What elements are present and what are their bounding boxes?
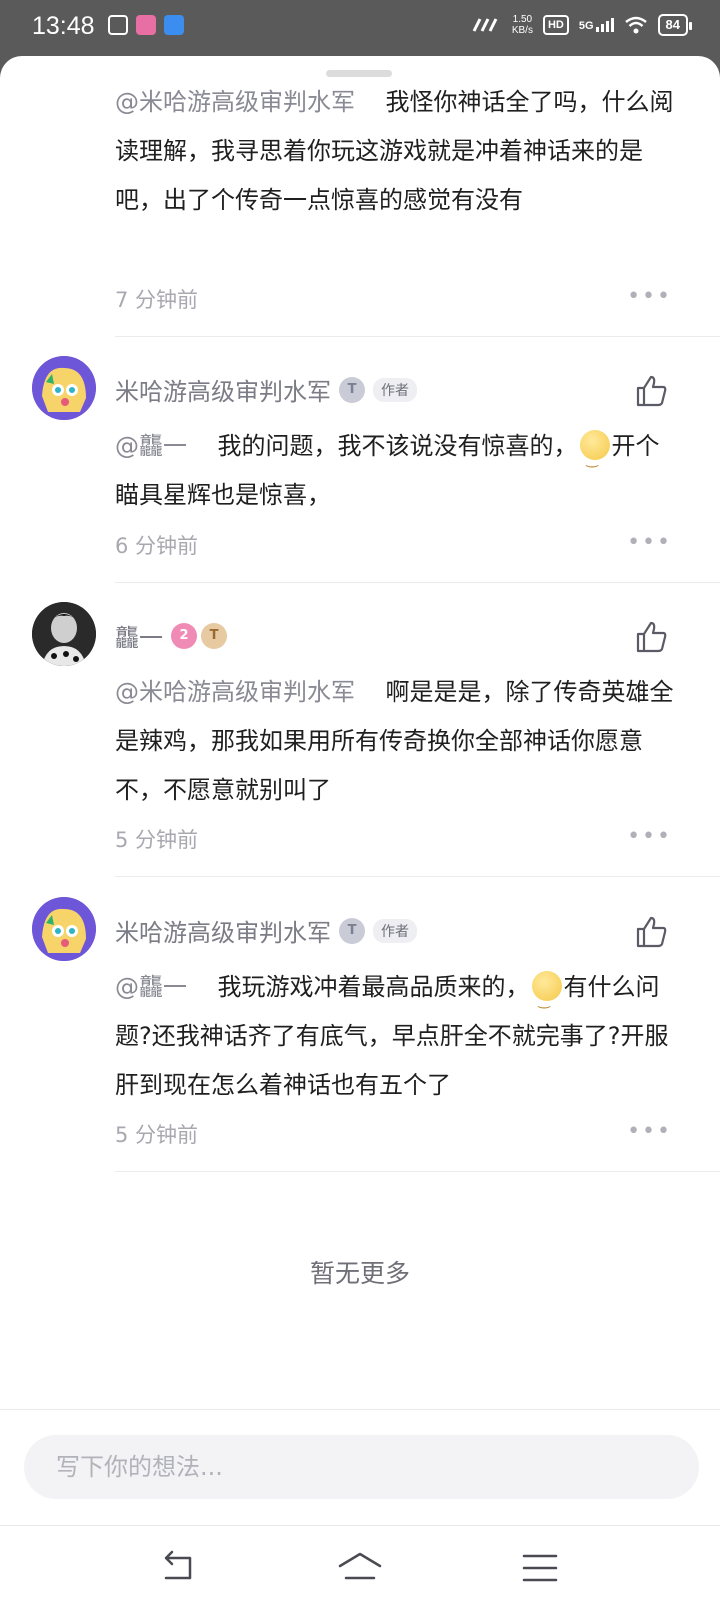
notification-icons [108, 15, 184, 35]
title-badge-icon: T [201, 622, 227, 649]
level-badge-icon: 2 [171, 622, 197, 649]
comment-time: 7 分钟前 [115, 288, 199, 312]
like-icon[interactable] [634, 915, 668, 949]
mention-link[interactable]: @米哈游高级审判水军 [115, 678, 355, 706]
level-badge-icon: T [339, 917, 365, 944]
author-tag: 作者 [373, 918, 417, 943]
comment-input-bar [0, 1409, 720, 1526]
comments-sheet: @米哈游高级审判水军 我怪你神话全了吗，什么阅读理解，我寻思着你玩这游戏就是冲着… [0, 56, 720, 1605]
comment-text: @米哈游高级审判水军 我怪你神话全了吗，什么阅读理解，我寻思着你玩这游戏就是冲着… [115, 88, 674, 214]
divider [115, 1171, 720, 1172]
like-icon[interactable] [634, 374, 668, 408]
mention-link[interactable]: @龘一 [115, 432, 187, 460]
status-indicators: 1.50 KB/s HD 5G 84 [472, 14, 693, 36]
smile-emoji-icon [531, 971, 562, 1026]
more-options-icon[interactable]: ••• [627, 284, 672, 309]
hd-icon: HD [542, 15, 569, 35]
comment-text: @龘一 我玩游戏冲着最高品质来的，有什么问题?还我神话齐了有底气，早点肝全不就完… [115, 963, 675, 1110]
level-badge-icon: T [339, 376, 365, 403]
comment-text: @米哈游高级审判水军 啊是是是，除了传奇英雄全是辣鸡，那我如果用所有传奇换你全部… [115, 678, 674, 804]
avatar[interactable] [32, 897, 96, 961]
mention-link[interactable]: @龘一 [115, 973, 187, 1001]
comment-input[interactable] [24, 1435, 699, 1499]
home-icon[interactable] [338, 1548, 382, 1588]
back-icon[interactable] [156, 1548, 200, 1588]
comment-time: 6 分钟前 [115, 534, 199, 558]
status-bar: 13:48 1.50 KB/s HD 5G 84 [0, 0, 720, 56]
like-icon[interactable] [634, 620, 668, 654]
more-options-icon[interactable]: ••• [627, 1119, 672, 1144]
network-speed: 1.50 KB/s [511, 14, 533, 36]
smile-emoji-icon [579, 430, 610, 485]
avatar[interactable] [32, 356, 96, 420]
avatar[interactable] [32, 602, 96, 666]
more-options-icon[interactable]: ••• [627, 530, 672, 555]
signal-icon: 5G [579, 18, 614, 32]
system-nav-bar [0, 1525, 720, 1605]
no-more-label: 暂无更多 [309, 1259, 410, 1288]
comment-input-container[interactable] [24, 1435, 699, 1499]
divider [115, 876, 720, 877]
divider [115, 582, 720, 583]
author-tag: 作者 [373, 377, 417, 402]
battery-icon: 84 [657, 14, 693, 36]
comment-time: 5 分钟前 [115, 1123, 199, 1147]
app-notification-icon [108, 15, 128, 35]
comment-time: 5 分钟前 [115, 828, 199, 852]
menu-icon[interactable] [518, 1548, 562, 1588]
comment-text: @龘一 我的问题，我不该说没有惊喜的，开个瞄具星辉也是惊喜， [115, 422, 675, 520]
comment-username[interactable]: 米哈游高级审判水军 T 作者 [115, 913, 417, 948]
mention-link[interactable]: @米哈游高级审判水军 [115, 88, 355, 116]
avatar-image [32, 897, 96, 961]
more-options-icon[interactable]: ••• [627, 824, 672, 849]
alipay-notification-icon [164, 15, 184, 35]
nfc-icon [472, 18, 498, 32]
wifi-icon [624, 16, 647, 34]
sheet-drag-handle[interactable] [326, 70, 392, 77]
comment-username[interactable]: 米哈游高级审判水军 T 作者 [115, 372, 417, 407]
avatar-image [32, 356, 96, 420]
comment-username[interactable]: 龘一 2 T [115, 618, 227, 653]
divider [115, 336, 720, 337]
status-time: 13:48 [32, 12, 95, 40]
avatar-image [32, 602, 96, 666]
app-notification-icon [136, 15, 156, 35]
